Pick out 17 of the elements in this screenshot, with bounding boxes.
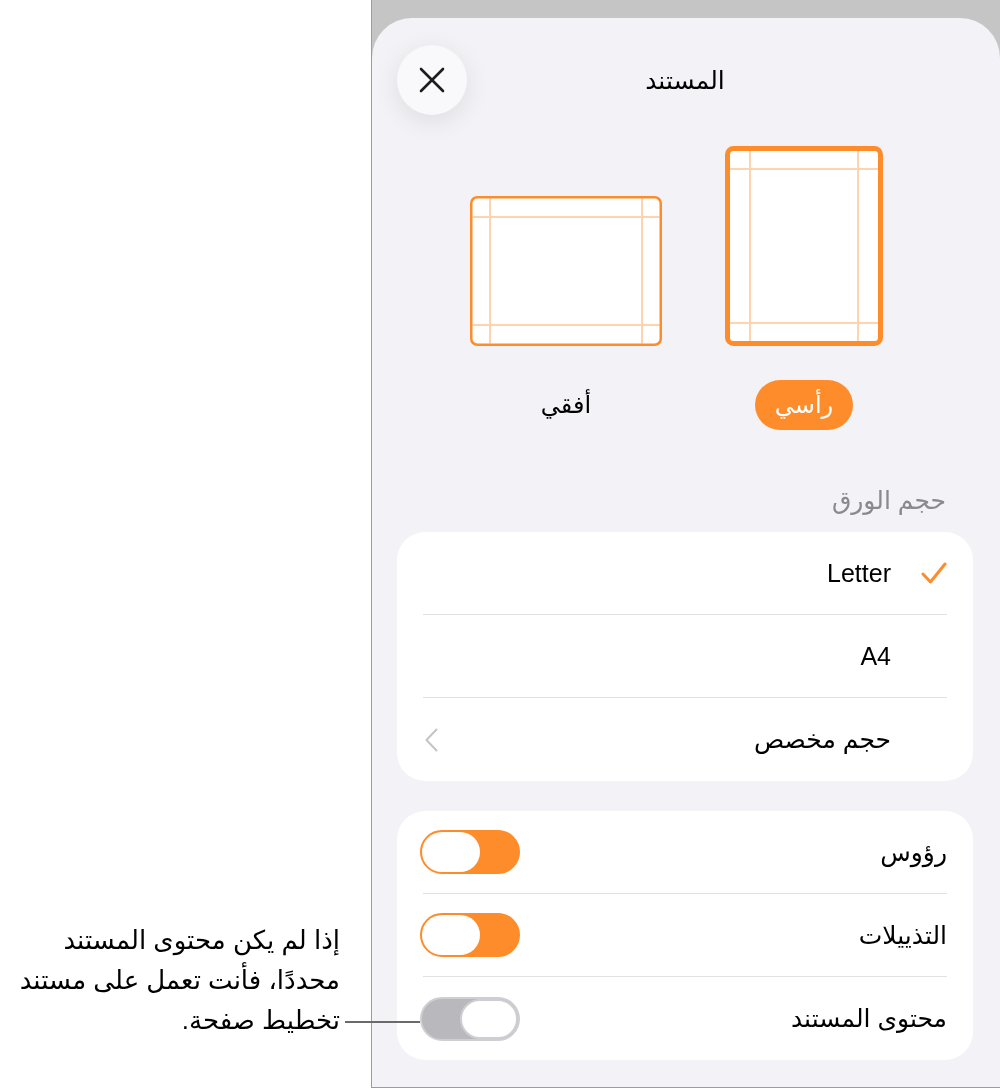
section-header: حجم الورق [830, 486, 946, 514]
close-icon [419, 67, 445, 93]
paper-size-option[interactable]: A4 [423, 615, 947, 698]
orientation-button[interactable]: أفقي [520, 380, 612, 430]
paper-size-option[interactable]: حجم مخصص [423, 698, 947, 781]
landscape-page-thumbnail[interactable] [470, 196, 662, 346]
toggle-switch[interactable] [420, 830, 520, 874]
toggle-switch[interactable] [420, 913, 520, 957]
chevron-icon [425, 727, 438, 752]
paper-size-option[interactable]: Letter [423, 532, 947, 615]
sheet-title: المستند [645, 65, 725, 95]
toggle-label: التذييلات [858, 920, 947, 950]
toggle-label: رؤوس [880, 837, 947, 867]
callout-text: إذا لم يكن محتوى المستند محددًا، فأنت تعمل على مستند تخطيط صفحة. [18, 924, 340, 1037]
toggle-label: محتوى المستند [790, 1004, 947, 1033]
portrait-page-thumbnail[interactable] [725, 146, 883, 346]
toggle-switch[interactable] [420, 996, 520, 1041]
